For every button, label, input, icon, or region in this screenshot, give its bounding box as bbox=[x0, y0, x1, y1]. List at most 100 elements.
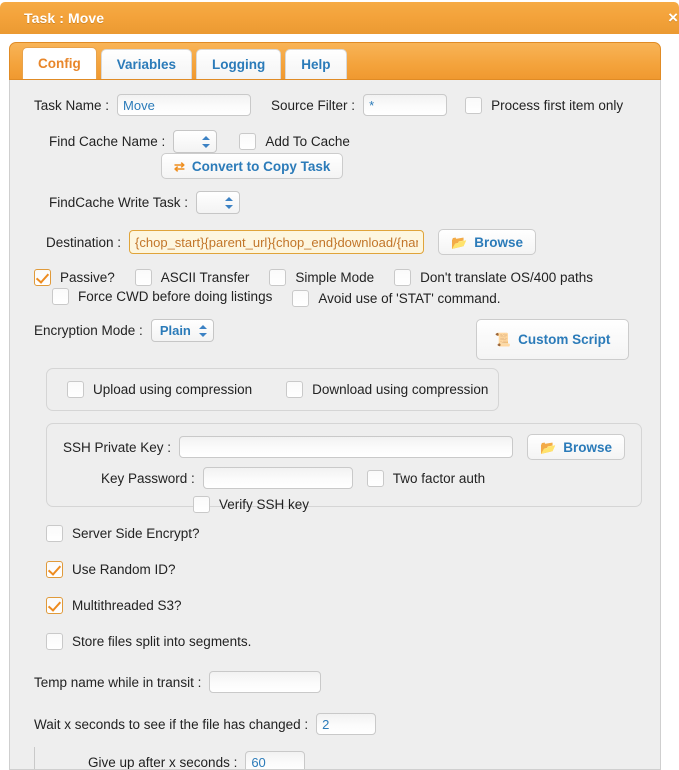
process-first-item-checkbox[interactable]: Process first item only bbox=[465, 96, 623, 114]
task-name-label: Task Name : bbox=[34, 97, 110, 113]
source-filter-label: Source Filter : bbox=[271, 97, 356, 113]
row-encryption-mode: Encryption Mode : Plain 📜 Custom Script bbox=[34, 319, 648, 360]
destination-input[interactable] bbox=[129, 230, 425, 254]
use-random-id-label: Use Random ID? bbox=[72, 562, 176, 577]
add-to-cache-checkbox[interactable]: Add To Cache bbox=[239, 133, 350, 150]
destination-browse-button[interactable]: 📂 Browse bbox=[438, 229, 537, 255]
avoid-stat-box[interactable] bbox=[292, 290, 310, 307]
store-split-segments-label: Store files split into segments. bbox=[72, 634, 252, 649]
custom-script-button[interactable]: 📜 Custom Script bbox=[475, 319, 630, 360]
force-cwd-checkbox[interactable]: Force CWD before doing listings bbox=[52, 288, 272, 305]
store-split-segments-checkbox[interactable]: Store files split into segments. bbox=[46, 633, 251, 650]
findcache-write-task-label: FindCache Write Task : bbox=[49, 195, 189, 210]
tab-bar: Config Variables Logging Help bbox=[9, 42, 661, 80]
row-give-up-seconds: Give up after x seconds : bbox=[34, 747, 648, 770]
temp-name-label: Temp name while in transit : bbox=[34, 674, 202, 690]
close-icon[interactable]: × bbox=[668, 9, 678, 26]
find-cache-name-label: Find Cache Name : bbox=[49, 134, 166, 149]
no-translate-os400-box[interactable] bbox=[394, 269, 412, 286]
server-side-encrypt-label: Server Side Encrypt? bbox=[72, 526, 200, 541]
add-to-cache-box[interactable] bbox=[239, 133, 257, 150]
ascii-transfer-box[interactable] bbox=[134, 269, 152, 286]
row-findcache-write-task: FindCache Write Task : bbox=[34, 191, 648, 214]
no-translate-os400-label: Don't translate OS/400 paths bbox=[420, 270, 594, 285]
ssh-private-key-label: SSH Private Key : bbox=[63, 439, 172, 455]
ssh-browse-button[interactable]: 📂 Browse bbox=[527, 434, 626, 460]
tab-help[interactable]: Help bbox=[285, 49, 347, 79]
multithreaded-s3-label: Multithreaded S3? bbox=[72, 598, 182, 613]
dialog-titlebar: Task : Move × bbox=[0, 2, 679, 34]
server-side-encrypt-box[interactable] bbox=[46, 525, 63, 542]
download-compression-checkbox[interactable]: Download using compression bbox=[286, 381, 488, 398]
destination-browse-label: Browse bbox=[474, 234, 524, 250]
simple-mode-checkbox[interactable]: Simple Mode bbox=[269, 269, 374, 286]
task-name-input[interactable] bbox=[117, 94, 252, 116]
ssh-private-key-input[interactable] bbox=[179, 436, 514, 458]
multithreaded-s3-box[interactable] bbox=[46, 597, 63, 614]
tab-config[interactable]: Config bbox=[22, 47, 97, 79]
upload-compression-checkbox[interactable]: Upload using compression bbox=[67, 381, 252, 398]
use-random-id-checkbox[interactable]: Use Random ID? bbox=[46, 561, 176, 578]
script-icon: 📜 bbox=[494, 332, 512, 347]
ascii-transfer-label: ASCII Transfer bbox=[160, 270, 250, 285]
ascii-transfer-checkbox[interactable]: ASCII Transfer bbox=[134, 269, 250, 286]
store-split-segments-box[interactable] bbox=[46, 633, 63, 650]
row-store-split-segments: Store files split into segments. bbox=[46, 633, 648, 650]
row-temp-name: Temp name while in transit : bbox=[34, 671, 648, 693]
passive-label: Passive? bbox=[60, 270, 115, 285]
download-compression-box[interactable] bbox=[286, 381, 304, 398]
tab-variables[interactable]: Variables bbox=[100, 49, 193, 79]
temp-name-input[interactable] bbox=[209, 671, 322, 693]
compression-group: Upload using compression Download using … bbox=[46, 368, 499, 411]
row-destination: Destination : 📂 Browse bbox=[34, 229, 648, 255]
findcache-write-task-select[interactable] bbox=[196, 191, 241, 214]
key-password-input[interactable] bbox=[202, 467, 353, 489]
dialog-title: Task : Move bbox=[24, 10, 105, 26]
source-filter-input[interactable] bbox=[363, 94, 448, 116]
key-password-label: Key Password : bbox=[101, 470, 195, 486]
multithreaded-s3-checkbox[interactable]: Multithreaded S3? bbox=[46, 597, 182, 614]
convert-to-copy-task-button[interactable]: ⇄ Convert to Copy Task bbox=[161, 153, 344, 179]
server-side-encrypt-checkbox[interactable]: Server Side Encrypt? bbox=[46, 525, 200, 542]
simple-mode-label: Simple Mode bbox=[295, 270, 375, 285]
use-random-id-box[interactable] bbox=[46, 561, 63, 578]
simple-mode-box[interactable] bbox=[269, 269, 287, 286]
destination-label: Destination : bbox=[46, 234, 122, 250]
convert-to-copy-task-label: Convert to Copy Task bbox=[191, 158, 331, 174]
avoid-stat-label: Avoid use of 'STAT' command. bbox=[318, 291, 501, 306]
row-ssh-private-key: SSH Private Key : 📂 Browse bbox=[63, 434, 641, 460]
row-find-cache: Find Cache Name : Add To Cache ⇄ Convert… bbox=[34, 130, 648, 179]
select-arrows-icon bbox=[202, 135, 211, 149]
row-server-side-encrypt: Server Side Encrypt? bbox=[46, 525, 648, 542]
force-cwd-label: Force CWD before doing listings bbox=[78, 289, 273, 304]
process-first-item-box[interactable] bbox=[465, 96, 483, 114]
give-up-seconds-input[interactable] bbox=[245, 751, 306, 769]
two-factor-auth-box[interactable] bbox=[366, 469, 384, 487]
encryption-mode-label: Encryption Mode : bbox=[34, 323, 143, 338]
force-cwd-box[interactable] bbox=[52, 288, 69, 305]
give-up-seconds-label: Give up after x seconds : bbox=[88, 754, 238, 770]
upload-compression-box[interactable] bbox=[67, 381, 84, 398]
verify-ssh-key-label: Verify SSH key bbox=[219, 497, 310, 512]
tab-logging[interactable]: Logging bbox=[196, 49, 282, 79]
passive-checkbox[interactable]: Passive? bbox=[34, 269, 115, 286]
add-to-cache-label: Add To Cache bbox=[265, 134, 350, 149]
row-multithreaded-s3: Multithreaded S3? bbox=[46, 597, 648, 614]
folder-icon: 📂 bbox=[540, 439, 557, 455]
ssh-group: SSH Private Key : 📂 Browse Key Password … bbox=[46, 423, 642, 513]
convert-arrows-icon: ⇄ bbox=[174, 158, 185, 174]
verify-ssh-key-checkbox[interactable]: Verify SSH key bbox=[193, 496, 309, 513]
config-panel: Task Name : Source Filter : Process firs… bbox=[9, 80, 661, 770]
row-key-password: Key Password : Two factor auth bbox=[63, 467, 641, 489]
encryption-mode-select[interactable]: Plain bbox=[150, 319, 214, 342]
passive-box[interactable] bbox=[34, 269, 51, 286]
avoid-stat-checkbox[interactable]: Avoid use of 'STAT' command. bbox=[292, 290, 501, 307]
verify-ssh-key-box[interactable] bbox=[193, 496, 210, 513]
find-cache-name-select[interactable] bbox=[173, 130, 218, 153]
no-translate-os400-checkbox[interactable]: Don't translate OS/400 paths bbox=[394, 269, 593, 286]
two-factor-auth-checkbox[interactable]: Two factor auth bbox=[366, 469, 485, 487]
custom-script-label: Custom Script bbox=[518, 332, 611, 347]
select-arrows-icon bbox=[225, 196, 234, 210]
folder-icon: 📂 bbox=[451, 234, 468, 250]
wait-seconds-input[interactable] bbox=[316, 713, 377, 735]
